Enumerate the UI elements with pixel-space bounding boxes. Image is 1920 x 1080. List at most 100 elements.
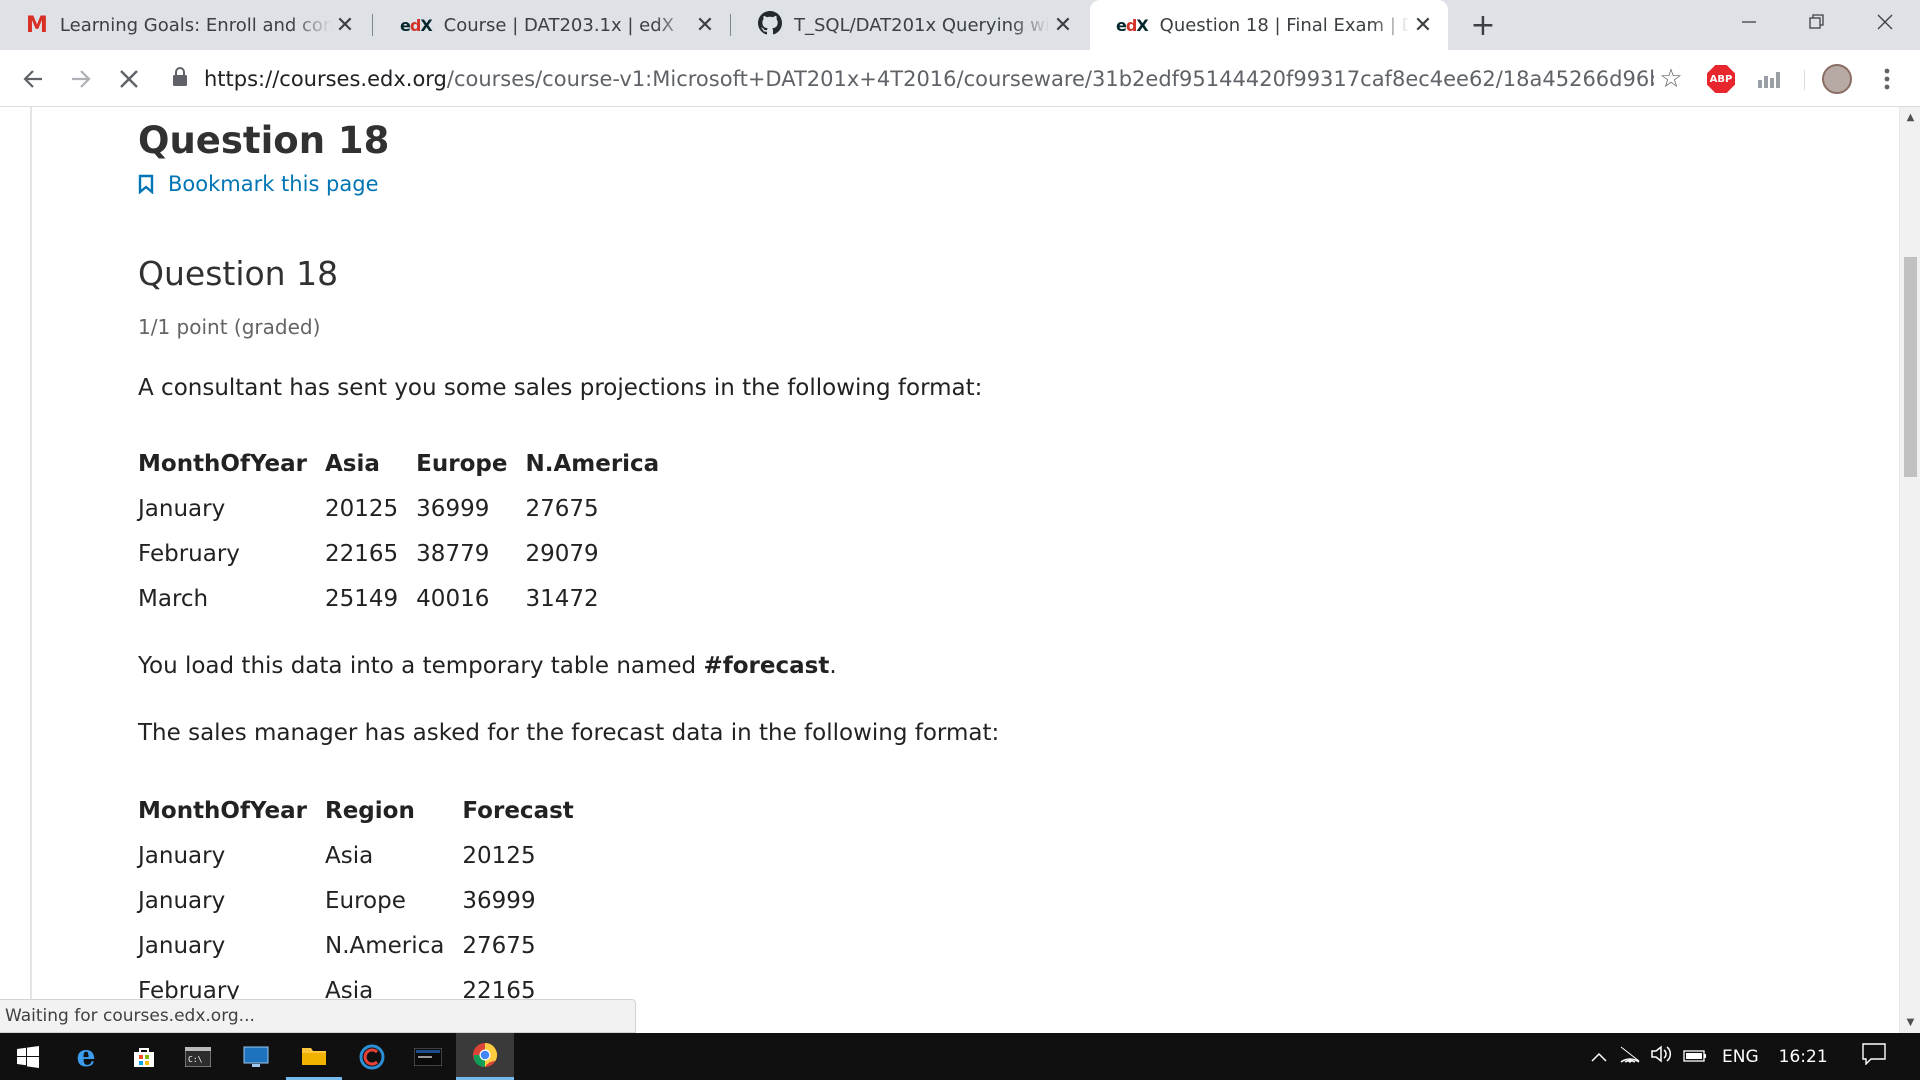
remote-desktop-icon[interactable] bbox=[228, 1033, 284, 1080]
close-icon[interactable]: ✕ bbox=[1410, 12, 1436, 38]
table-cell: Asia bbox=[325, 842, 374, 869]
table-header-row: MonthOfYear Region Forecast bbox=[138, 788, 592, 833]
forecast-format-table: MonthOfYear Region Forecast January Asia… bbox=[138, 788, 592, 1013]
tab-course-dat203[interactable]: edX Course | DAT203.1x | edX ✕ bbox=[374, 0, 730, 50]
table-cell: 25149 bbox=[325, 585, 399, 612]
stop-loading-button[interactable] bbox=[110, 60, 148, 98]
file-explorer-icon[interactable] bbox=[286, 1033, 342, 1080]
table-cell: 27675 bbox=[462, 932, 536, 959]
language-indicator[interactable]: ENG bbox=[1722, 1047, 1759, 1067]
menu-kebab-icon[interactable] bbox=[1870, 63, 1904, 95]
table-cell: 40016 bbox=[416, 585, 490, 612]
column-header: Region bbox=[325, 797, 415, 824]
intro-text: A consultant has sent you some sales pro… bbox=[138, 375, 983, 401]
store-icon[interactable] bbox=[116, 1033, 172, 1080]
new-tab-button[interactable]: + bbox=[1466, 8, 1500, 43]
tab-question-18[interactable]: edX Question 18 | Final Exam | DAT20 ✕ bbox=[1090, 0, 1448, 50]
adblock-plus-icon[interactable]: ABP bbox=[1704, 63, 1738, 95]
edx-icon: edX bbox=[400, 15, 433, 35]
battery-icon[interactable] bbox=[1678, 1047, 1712, 1067]
tab-separator bbox=[372, 14, 373, 36]
address-bar[interactable]: https://courses.edx.org/courses/course-v… bbox=[172, 58, 1688, 100]
minimize-button[interactable] bbox=[1714, 0, 1784, 44]
svg-text:C:\: C:\ bbox=[188, 1055, 203, 1064]
close-icon[interactable]: ✕ bbox=[332, 12, 358, 38]
table-row: January N.America 27675 bbox=[138, 923, 592, 968]
restore-button[interactable] bbox=[1782, 0, 1852, 44]
table-cell: 27675 bbox=[525, 495, 599, 522]
start-button[interactable] bbox=[0, 1033, 56, 1080]
bookmark-star-icon[interactable]: ☆ bbox=[1654, 64, 1688, 94]
avatar bbox=[1822, 64, 1852, 94]
load-text-prefix: You load this data into a temporary tabl… bbox=[138, 653, 704, 679]
table-row: January Europe 36999 bbox=[138, 878, 592, 923]
close-icon[interactable]: ✕ bbox=[1050, 12, 1076, 38]
table-cell: 29079 bbox=[525, 540, 599, 567]
temp-table-name: #forecast bbox=[703, 653, 830, 679]
table-cell: 20125 bbox=[462, 842, 536, 869]
lock-icon bbox=[172, 66, 192, 92]
volume-icon[interactable] bbox=[1646, 1045, 1678, 1068]
table-header-row: MonthOfYear Asia Europe N.America bbox=[138, 441, 677, 486]
bookmark-icon bbox=[138, 174, 154, 194]
load-text: You load this data into a temporary tabl… bbox=[138, 653, 837, 679]
clock[interactable]: 16:21 bbox=[1779, 1047, 1828, 1067]
bookmark-button[interactable]: Bookmark this page bbox=[138, 172, 379, 196]
system-tray: ENG 16:21 bbox=[1584, 1033, 1894, 1080]
profile-avatar[interactable] bbox=[1820, 63, 1854, 95]
table-cell: February bbox=[138, 540, 240, 567]
ccleaner-icon[interactable] bbox=[344, 1033, 400, 1080]
column-header: Forecast bbox=[462, 797, 574, 824]
tab-separator bbox=[730, 14, 731, 36]
table-row: January Asia 20125 bbox=[138, 833, 592, 878]
scroll-down-arrow-icon[interactable]: ▼ bbox=[1900, 1012, 1920, 1033]
close-window-button[interactable] bbox=[1850, 0, 1920, 44]
bookmark-label: Bookmark this page bbox=[168, 172, 379, 196]
windows-taskbar: e C:\ ENG 16:21 bbox=[0, 1033, 1920, 1080]
table-cell: January bbox=[138, 887, 226, 914]
table-cell: January bbox=[138, 495, 226, 522]
table-cell: 36999 bbox=[416, 495, 490, 522]
url-path: /courses/course-v1:Microsoft+DAT201x+4T2… bbox=[446, 67, 1654, 91]
edge-icon[interactable]: e bbox=[58, 1033, 114, 1080]
close-icon[interactable]: ✕ bbox=[692, 12, 718, 38]
table-cell: Europe bbox=[325, 887, 406, 914]
table-row: February 22165 38779 29079 bbox=[138, 531, 677, 576]
table-cell: 20125 bbox=[325, 495, 399, 522]
tab-strip: M Learning Goals: Enroll and compl ✕ edX… bbox=[0, 0, 1920, 50]
page-content: Question 18 Bookmark this page Question … bbox=[0, 107, 1920, 1033]
status-bubble: Waiting for courses.edx.org... bbox=[0, 999, 636, 1033]
column-header: MonthOfYear bbox=[138, 450, 307, 477]
table-cell: January bbox=[138, 932, 226, 959]
stats-extension-icon[interactable] bbox=[1752, 63, 1786, 95]
vertical-scrollbar[interactable]: ▲ ▼ bbox=[1899, 107, 1920, 1033]
table-cell: N.America bbox=[325, 932, 445, 959]
scroll-up-arrow-icon[interactable]: ▲ bbox=[1900, 107, 1920, 128]
column-header: MonthOfYear bbox=[138, 797, 307, 824]
chrome-icon[interactable] bbox=[456, 1033, 514, 1080]
abp-label: ABP bbox=[1707, 65, 1735, 93]
gmail-icon: M bbox=[26, 12, 48, 38]
points-label: 1/1 point (graded) bbox=[138, 315, 321, 339]
tab-title: T_SQL/DAT201x Querying with Tr bbox=[794, 14, 1050, 36]
table-cell: 38779 bbox=[416, 540, 490, 567]
command-prompt-icon[interactable]: C:\ bbox=[170, 1033, 226, 1080]
url-text: https://courses.edx.org/courses/course-v… bbox=[204, 67, 1654, 91]
load-text-suffix: . bbox=[829, 653, 837, 679]
terminal-app-icon[interactable] bbox=[400, 1033, 456, 1080]
action-center-icon[interactable] bbox=[1854, 1043, 1894, 1070]
forward-button[interactable] bbox=[62, 60, 100, 98]
tray-overflow-chevron-icon[interactable] bbox=[1584, 1047, 1614, 1067]
tab-title: Learning Goals: Enroll and compl bbox=[59, 14, 332, 36]
toolbar-divider bbox=[1804, 70, 1805, 90]
table-row: January 20125 36999 27675 bbox=[138, 486, 677, 531]
table-cell: 22165 bbox=[325, 540, 399, 567]
back-button[interactable] bbox=[14, 60, 52, 98]
tab-learning-goals[interactable]: M Learning Goals: Enroll and compl ✕ bbox=[0, 0, 370, 50]
wifi-icon[interactable] bbox=[1614, 1045, 1646, 1068]
browser-toolbar: https://courses.edx.org/courses/course-v… bbox=[0, 50, 1920, 107]
tab-github-tsql[interactable]: T_SQL/DAT201x Querying with Tr ✕ bbox=[732, 0, 1088, 50]
table-cell: 36999 bbox=[462, 887, 536, 914]
scrollbar-thumb[interactable] bbox=[1904, 257, 1917, 477]
manager-text: The sales manager has asked for the fore… bbox=[138, 720, 1000, 746]
